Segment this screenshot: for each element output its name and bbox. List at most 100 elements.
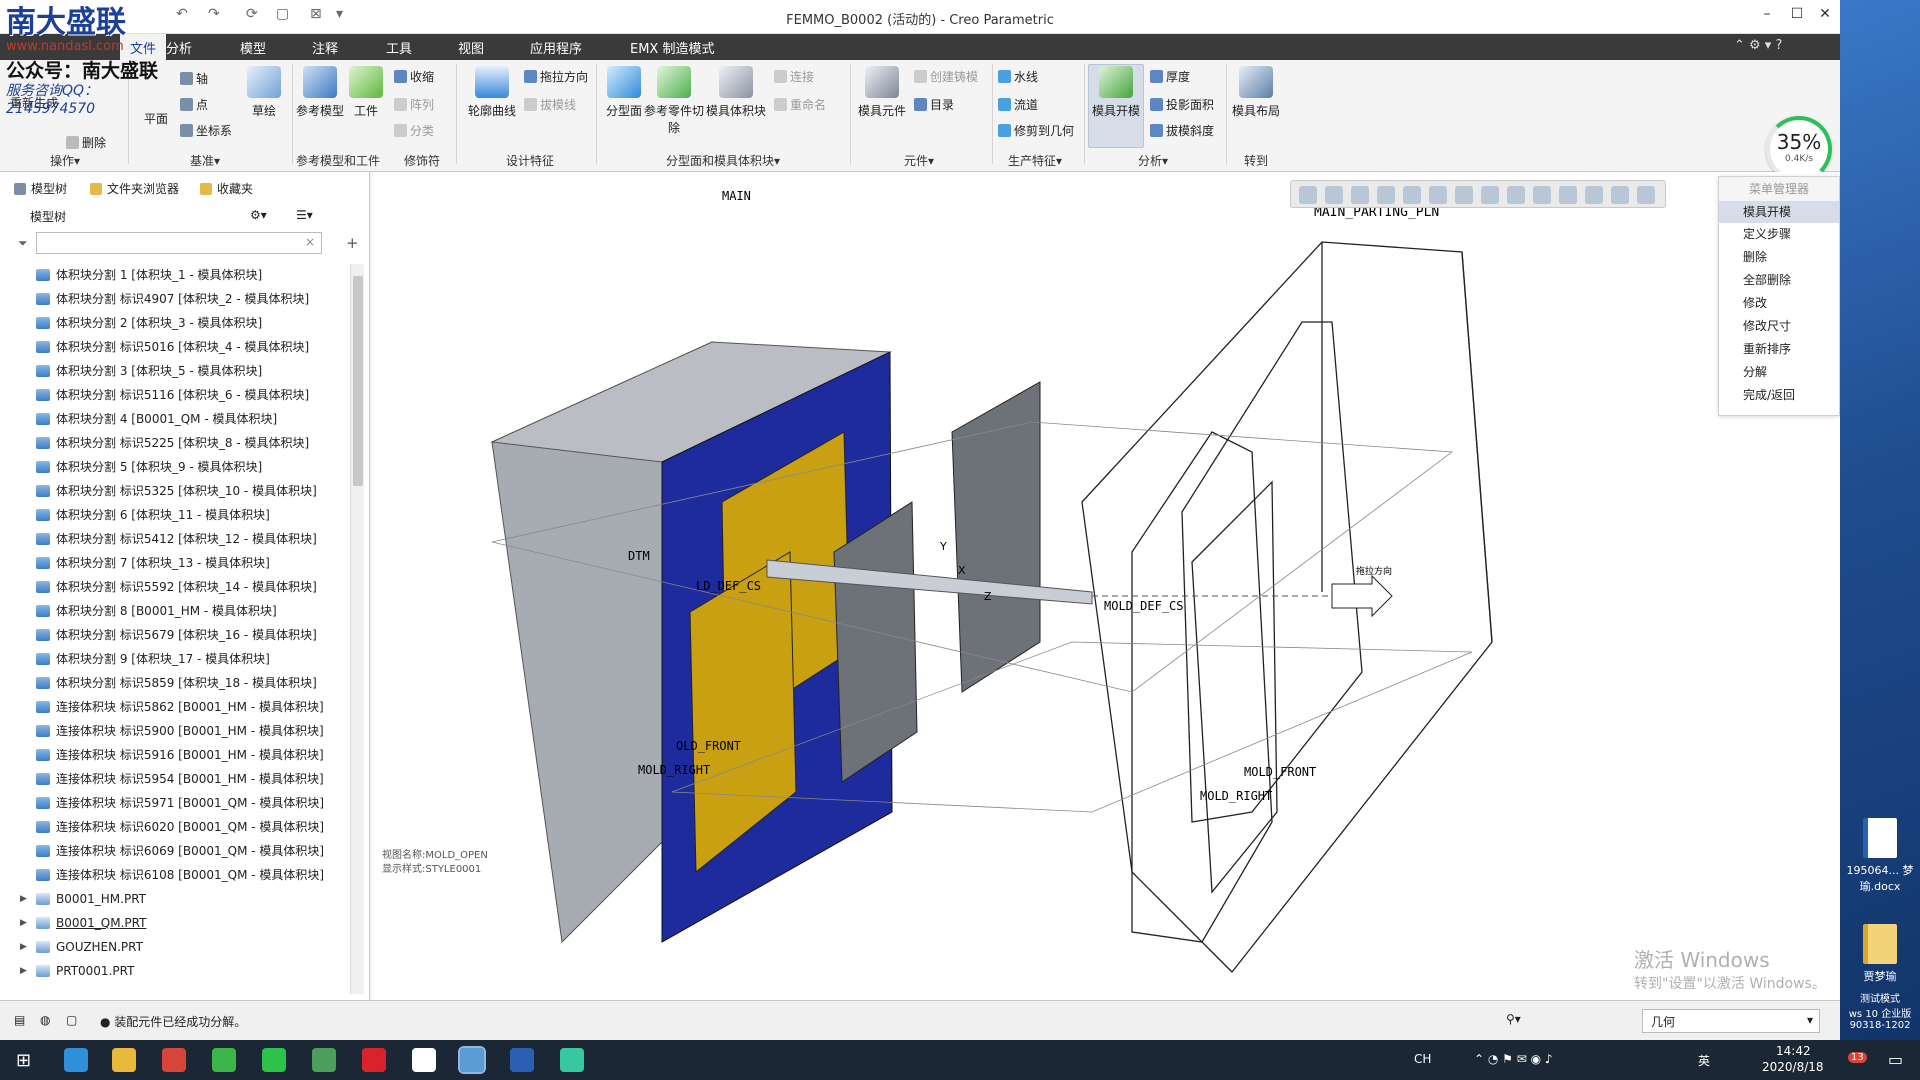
tree-item[interactable]: 体积块分割 标识4907 [体积块_2 - 模具体积块] <box>0 287 350 311</box>
repaint-icon[interactable] <box>1377 186 1395 204</box>
tree-item[interactable]: 体积块分割 标识5116 [体积块_6 - 模具体积块] <box>0 383 350 407</box>
mold-component-button[interactable]: 模具元件 <box>852 64 912 119</box>
refit-icon[interactable] <box>1299 186 1317 204</box>
group-label-components[interactable]: 元件▾ <box>904 152 934 169</box>
tree-item[interactable]: 体积块分割 标识5412 [体积块_12 - 模具体积块] <box>0 527 350 551</box>
tree-item[interactable]: 体积块分割 标识5679 [体积块_16 - 模具体积块] <box>0 623 350 647</box>
minimize-button[interactable]: – <box>1756 6 1778 26</box>
catalog-button[interactable]: 目录 <box>914 96 954 113</box>
tree-item-part[interactable]: ▶ PRT0001.PRT <box>0 959 350 983</box>
csys-button[interactable]: 坐标系 <box>180 122 232 139</box>
spin-center-icon[interactable] <box>1559 186 1577 204</box>
axis-button[interactable]: 轴 <box>180 70 208 87</box>
menu-delete-all[interactable]: 全部删除 <box>1719 269 1839 292</box>
draft-line-button[interactable]: 拔模线 <box>524 96 576 113</box>
trim-to-geometry-button[interactable]: 修剪到几何 <box>998 122 1074 139</box>
add-filter-icon[interactable]: + <box>346 234 359 252</box>
tree-item[interactable]: 体积块分割 3 [体积块_5 - 模具体积块] <box>0 359 350 383</box>
browser-toggle-icon[interactable]: ◍ <box>40 1013 50 1027</box>
desktop-file-docx[interactable]: 195064... 梦瑜.docx <box>1840 818 1920 894</box>
tab-model-tree[interactable]: 模型树 <box>14 180 67 197</box>
group-label-datum[interactable]: 基准▾ <box>190 152 220 169</box>
tree-item[interactable]: 体积块分割 标识5016 [体积块_4 - 模具体积块] <box>0 335 350 359</box>
expand-icon[interactable]: ▶ <box>20 887 27 911</box>
ribbon-options-icons[interactable]: ⌃ ⚙ ▾ ? <box>1734 38 1782 53</box>
tree-item[interactable]: 体积块分割 2 [体积块_3 - 模具体积块] <box>0 311 350 335</box>
tree-item[interactable]: 体积块分割 标识5859 [体积块_18 - 模具体积块] <box>0 671 350 695</box>
csys-display-icon[interactable] <box>1585 186 1603 204</box>
app-icon[interactable] <box>162 1048 186 1072</box>
creo-taskbar-icon[interactable] <box>458 1046 486 1074</box>
menu-modify[interactable]: 修改 <box>1719 292 1839 315</box>
saved-views-icon[interactable] <box>1429 186 1447 204</box>
clock-time[interactable]: 14:42 <box>1776 1044 1811 1058</box>
tree-item[interactable]: 连接体积块 标识6108 [B0001_QM - 模具体积块] <box>0 863 350 887</box>
create-casting-button[interactable]: 创建铸模 <box>914 68 978 85</box>
redo-icon[interactable]: ↷ <box>208 6 220 22</box>
rename-button[interactable]: 重命名 <box>774 96 826 113</box>
tree-item[interactable]: 体积块分割 标识5325 [体积块_10 - 模具体积块] <box>0 479 350 503</box>
delete-button[interactable]: 删除 <box>66 134 106 151</box>
tree-filter-input[interactable]: × <box>36 232 322 254</box>
tree-item-part[interactable]: ▶ B0001_HM.PRT <box>0 887 350 911</box>
menu-manager-mold-opening[interactable]: 模具开模 <box>1719 201 1839 223</box>
tree-item[interactable]: 连接体积块 标识5862 [B0001_HM - 模具体积块] <box>0 695 350 719</box>
tree-item[interactable]: 连接体积块 标识5954 [B0001_HM - 模具体积块] <box>0 767 350 791</box>
perspective-icon[interactable] <box>1481 186 1499 204</box>
notification-badge[interactable]: 13 <box>1848 1052 1867 1063</box>
thickness-button[interactable]: 厚度 <box>1150 68 1190 85</box>
qq-icon[interactable] <box>412 1048 436 1072</box>
tree-item[interactable]: 体积块分割 标识5225 [体积块_8 - 模具体积块] <box>0 431 350 455</box>
customize-qat-icon[interactable]: ▾ <box>336 6 343 22</box>
tab-favorites[interactable]: 收藏夹 <box>200 180 253 197</box>
tree-settings-icon[interactable]: ⚙▾ <box>250 208 267 222</box>
tab-folder-browser[interactable]: 文件夹浏览器 <box>90 180 179 197</box>
undo-icon[interactable]: ↶ <box>176 6 188 22</box>
tree-item[interactable]: 体积块分割 4 [B0001_QM - 模具体积块] <box>0 407 350 431</box>
tree-item[interactable]: 连接体积块 标识6069 [B0001_QM - 模具体积块] <box>0 839 350 863</box>
word-icon[interactable] <box>510 1048 534 1072</box>
tree-item-part[interactable]: ▶ GOUZHEN.PRT <box>0 935 350 959</box>
start-icon[interactable]: ⊞ <box>16 1050 31 1071</box>
pull-direction-arrow[interactable] <box>1331 574 1393 618</box>
classify-button[interactable]: 分类 <box>394 122 434 139</box>
app360-icon[interactable] <box>212 1048 236 1072</box>
group-label-production[interactable]: 生产特征▾ <box>1008 152 1062 169</box>
workpiece-button[interactable]: 工件 <box>336 64 396 119</box>
water-line-button[interactable]: 水线 <box>998 68 1038 85</box>
app-icon[interactable] <box>560 1048 584 1072</box>
mold-opening-button[interactable]: 模具开模 <box>1086 64 1146 119</box>
model-view[interactable]: MAIN MAIN_PARTING_PLN DTM LD_DEF_CS OLD_… <box>372 172 1840 1000</box>
group-label-parting[interactable]: 分型面和模具体积块▾ <box>666 152 780 169</box>
menu-define-step[interactable]: 定义步骤 <box>1719 223 1839 246</box>
pattern-button[interactable]: 阵列 <box>394 96 434 113</box>
selection-filter[interactable]: 几何 ▾ <box>1642 1009 1820 1033</box>
zoom-out-icon[interactable] <box>1351 186 1369 204</box>
projected-area-button[interactable]: 投影面积 <box>1150 96 1214 113</box>
tray-icons[interactable]: ⌃ ◔ ⚑ ✉ ◉ ♪ <box>1474 1052 1553 1066</box>
app-icon[interactable] <box>312 1048 336 1072</box>
menu-explode[interactable]: 分解 <box>1719 361 1839 384</box>
annotation-display-icon[interactable] <box>1533 186 1551 204</box>
group-label-analysis[interactable]: 分析▾ <box>1138 152 1168 169</box>
tab-tools[interactable]: 工具 <box>386 38 412 57</box>
runner-button[interactable]: 流道 <box>998 96 1038 113</box>
tab-model[interactable]: 模型 <box>240 38 266 57</box>
tree-item[interactable]: 连接体积块 标识6020 [B0001_QM - 模具体积块] <box>0 815 350 839</box>
zoom-in-icon[interactable] <box>1325 186 1343 204</box>
silhouette-curve-button[interactable]: 轮廓曲线 <box>462 64 522 119</box>
mold-volume-button[interactable]: 模具体积块 <box>706 64 766 119</box>
appearance-icon[interactable] <box>1637 186 1655 204</box>
menu-reorder[interactable]: 重新排序 <box>1719 338 1839 361</box>
tree-item[interactable]: 体积块分割 1 [体积块_1 - 模具体积块] <box>0 263 350 287</box>
ime-indicator[interactable]: 英 <box>1698 1052 1710 1069</box>
display-style-icon[interactable] <box>1403 186 1421 204</box>
tree-item[interactable]: 体积块分割 5 [体积块_9 - 模具体积块] <box>0 455 350 479</box>
tree-item[interactable]: 体积块分割 8 [B0001_HM - 模具体积块] <box>0 599 350 623</box>
tree-item[interactable]: 体积块分割 标识5592 [体积块_14 - 模具体积块] <box>0 575 350 599</box>
tab-applications[interactable]: 应用程序 <box>530 38 582 57</box>
tree-item[interactable]: 体积块分割 7 [体积块_13 - 模具体积块] <box>0 551 350 575</box>
filter-clear-icon[interactable]: × <box>305 235 315 249</box>
tree-item[interactable]: 体积块分割 6 [体积块_11 - 模具体积块] <box>0 503 350 527</box>
menu-delete[interactable]: 删除 <box>1719 246 1839 269</box>
